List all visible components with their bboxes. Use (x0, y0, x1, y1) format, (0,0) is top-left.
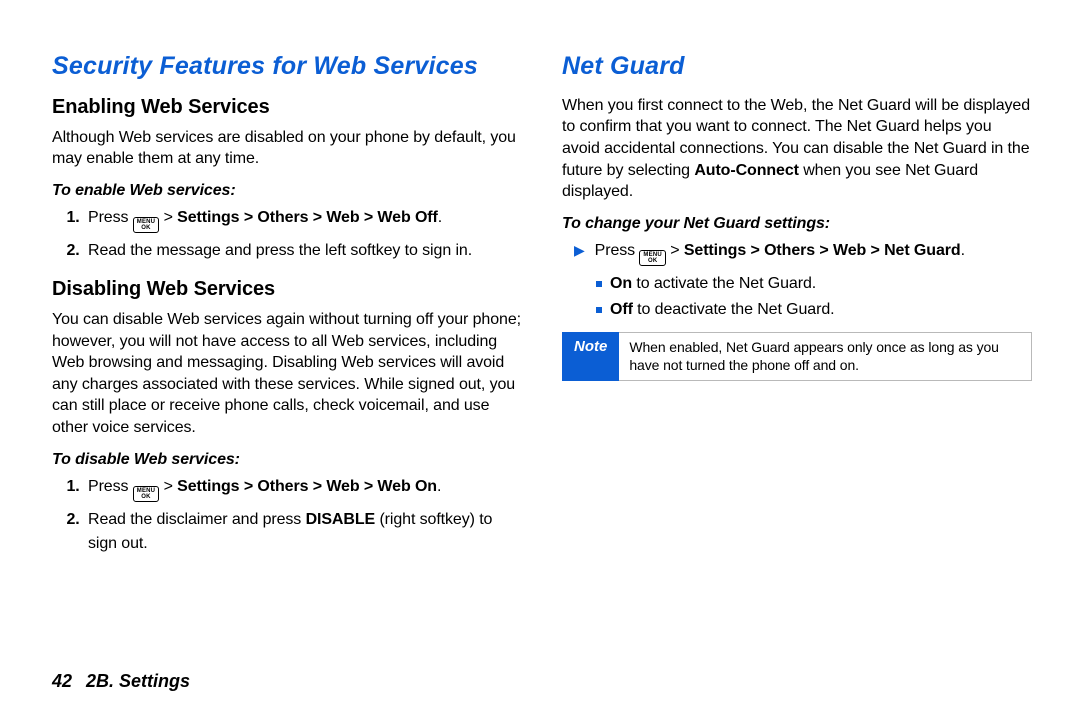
text: Press MENUOK > Settings > Others > Web >… (595, 239, 965, 266)
note-content: When enabled, Net Guard appears only onc… (619, 332, 1032, 381)
text: Press (88, 209, 133, 226)
arrow-icon: ▶ (574, 239, 585, 261)
breadcrumb: Settings > Others > Web > Web On (177, 478, 437, 495)
footer-section-label: 2B. Settings (86, 671, 190, 692)
page-number: 42 (52, 671, 72, 692)
text: > (159, 478, 177, 495)
para-disabling: You can disable Web services again witho… (52, 309, 522, 439)
text-bold: Auto-Connect (694, 162, 799, 179)
text: On to activate the Net Guard. (610, 272, 816, 296)
option-on: On to activate the Net Guard. (596, 272, 1032, 296)
manual-page: Security Features for Web Services Enabl… (0, 0, 1080, 720)
subhead-enable-steps: To enable Web services: (52, 182, 522, 200)
disable-step-1: Press MENUOK > Settings > Others > Web >… (84, 475, 522, 502)
note-label: Note (562, 332, 619, 381)
enable-steps: Press MENUOK > Settings > Others > Web >… (52, 206, 522, 263)
section-heading-security: Security Features for Web Services (52, 52, 522, 81)
breadcrumb: Settings > Others > Web > Net Guard (684, 242, 961, 259)
para-netguard: When you first connect to the Web, the N… (562, 95, 1032, 203)
text: > (159, 209, 177, 226)
subhead-disable-steps: To disable Web services: (52, 451, 522, 469)
subhead-netguard-steps: To change your Net Guard settings: (562, 215, 1032, 233)
note-box: Note When enabled, Net Guard appears onl… (562, 332, 1032, 381)
menu-ok-key-icon: MENUOK (133, 217, 159, 233)
two-column-layout: Security Features for Web Services Enabl… (52, 52, 1032, 665)
subheading-disabling: Disabling Web Services (52, 277, 522, 301)
square-bullet-icon (596, 307, 602, 313)
breadcrumb: Settings > Others > Web > Web Off (177, 209, 438, 226)
disable-step-2: Read the disclaimer and press DISABLE (r… (84, 508, 522, 556)
option-off: Off to deactivate the Net Guard. (596, 298, 1032, 322)
right-column: Net Guard When you first connect to the … (562, 52, 1032, 665)
menu-ok-key-icon: MENUOK (639, 250, 665, 266)
page-footer: 42 2B. Settings (52, 665, 1032, 692)
section-heading-netguard: Net Guard (562, 52, 1032, 81)
text: . (437, 478, 441, 495)
text: Press (88, 478, 133, 495)
para-enabling: Although Web services are disabled on yo… (52, 127, 522, 170)
text: . (438, 209, 442, 226)
text-bold: DISABLE (306, 511, 376, 528)
text: Off to deactivate the Net Guard. (610, 298, 834, 322)
menu-ok-key-icon: MENUOK (133, 486, 159, 502)
disable-steps: Press MENUOK > Settings > Others > Web >… (52, 475, 522, 556)
netguard-step: ▶ Press MENUOK > Settings > Others > Web… (574, 239, 1032, 266)
left-column: Security Features for Web Services Enabl… (52, 52, 522, 665)
enable-step-1: Press MENUOK > Settings > Others > Web >… (84, 206, 522, 233)
square-bullet-icon (596, 281, 602, 287)
subheading-enabling: Enabling Web Services (52, 95, 522, 119)
netguard-options: On to activate the Net Guard. Off to dea… (596, 272, 1032, 322)
enable-step-2: Read the message and press the left soft… (84, 239, 522, 263)
text: Read the disclaimer and press (88, 511, 306, 528)
